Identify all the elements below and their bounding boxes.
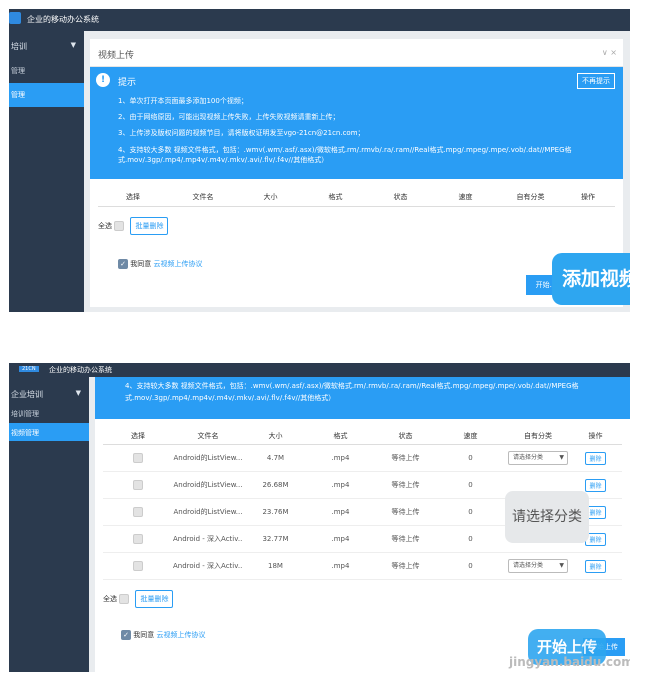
dialog-title: 视频上传	[98, 51, 135, 61]
sidebar-group-training[interactable]: 企业培训 ▼	[9, 377, 89, 403]
notice-title: 提示	[118, 78, 137, 88]
sidebar-group-training[interactable]: 培训 ▼	[9, 31, 84, 59]
delete-button[interactable]: 删除	[585, 451, 606, 465]
delete-button[interactable]: 删除	[585, 559, 606, 573]
sidebar-item-training-manage[interactable]: 管理	[9, 59, 84, 83]
select-all-label: 全选	[98, 222, 112, 230]
select-all-checkbox[interactable]	[119, 594, 130, 604]
chevron-down-icon: ▼	[75, 389, 81, 397]
batch-delete-button[interactable]: 批量删除	[130, 217, 169, 235]
app-logo	[9, 12, 21, 24]
agree-checkbox[interactable]: ✓	[118, 259, 128, 269]
add-video-callout: 添加视频	[552, 253, 630, 305]
select-all-label: 全选	[103, 595, 117, 603]
row-checkbox[interactable]	[133, 507, 143, 517]
info-icon: !	[96, 73, 110, 87]
app-title: 企业的移动办公系统	[49, 366, 112, 374]
app-header: 企业的移动办公系统	[9, 9, 630, 31]
notice-box: 4、支持较大多数 视频文件格式，包括：.wmv(.wm/.asf/.asx)/微…	[95, 377, 630, 419]
row-checkbox[interactable]	[133, 534, 143, 544]
app-header: 21CN 企业的移动办公系统	[9, 363, 630, 377]
dismiss-notice-button[interactable]: 不再提示	[577, 73, 615, 89]
app-tag: 21CN	[19, 366, 39, 372]
notice-line: 3、上传涉及版权问题的视频节目，请将版权证明发至vgo-21cn@21cn.co…	[118, 129, 365, 137]
dialog-header: 视频上传 ∨ ×	[90, 39, 623, 67]
bulk-actions: 全选 批量删除	[103, 590, 630, 608]
select-category-callout: 请选择分类	[505, 491, 589, 543]
notice-box: ! 提示 不再提示 1、单次打开本页面最多添加100个视频； 2、由于网络原因，…	[90, 67, 623, 179]
table-row: Android - 深入Activ... 18M .mp4 等待上传 0 请选择…	[103, 553, 622, 580]
watermark: jingyan.baidu.com	[509, 655, 630, 669]
agreement: ✓ 我同意 云视频上传协议	[118, 259, 623, 269]
notice-line: 1、单次打开本页面最多添加100个视频；	[118, 97, 248, 105]
app-title: 企业的移动办公系统	[27, 15, 99, 24]
batch-delete-button[interactable]: 批量删除	[135, 590, 174, 608]
screenshot-video-list: 21CN 企业的移动办公系统 企业培训 ▼ 培训管理 视频管理 4、支持较大多数…	[9, 363, 630, 672]
upload-dialog: 视频上传 ∨ × ! 提示 不再提示 1、单次打开本页面最多添加100个视频； …	[90, 39, 623, 307]
caret-down-icon: ▼	[559, 562, 564, 569]
notice-line: 2、由于网络原因，可能出现视频上传失败，上传失败视频请重新上传；	[118, 113, 340, 121]
row-checkbox[interactable]	[133, 561, 143, 571]
agreement-link[interactable]: 云视频上传协议	[153, 260, 202, 268]
category-select[interactable]: 请选择分类 ▼	[508, 451, 568, 465]
sidebar-item-training-manage[interactable]: 培训管理	[9, 403, 89, 423]
select-all-checkbox[interactable]	[114, 221, 125, 231]
sidebar: 企业培训 ▼ 培训管理 视频管理	[9, 377, 89, 672]
bulk-actions: 全选 批量删除	[98, 217, 623, 235]
notice-line: 4、支持较大多数 视频文件格式，包括：.wmv(.wm/.asf/.asx)/微…	[118, 146, 572, 164]
delete-button[interactable]: 删除	[585, 478, 606, 492]
row-checkbox[interactable]	[133, 480, 143, 490]
sidebar-item-video-manage[interactable]: 视频管理	[9, 423, 89, 441]
table-header: 选择 文件名 大小 格式 状态 速度 自有分类 操作	[103, 427, 622, 445]
notice-line: 式.mov/.3gp/.mp4/.mp4v/.m4v/.mkv/.avi/.fl…	[125, 394, 336, 402]
sidebar: 培训 ▼ 管理 管理	[9, 31, 84, 312]
agree-checkbox[interactable]: ✓	[121, 630, 131, 640]
category-select[interactable]: 请选择分类 ▼	[508, 559, 568, 573]
row-checkbox[interactable]	[133, 453, 143, 463]
table-row: Android的ListView... 4.7M .mp4 等待上传 0 请选择…	[103, 445, 622, 472]
chevron-down-icon: ▼	[70, 41, 76, 49]
sidebar-item-video-manage[interactable]: 管理	[9, 83, 84, 107]
notice-line: 4、支持较大多数 视频文件格式，包括：.wmv(.wm/.asf/.asx)/微…	[125, 382, 579, 390]
caret-down-icon: ▼	[559, 454, 564, 461]
agreement-link[interactable]: 云视频上传协议	[156, 631, 205, 639]
dialog-controls[interactable]: ∨ ×	[602, 48, 617, 57]
table-header: 选择 文件名 大小 格式 状态 速度 自有分类 操作	[98, 187, 615, 207]
screenshot-add-video: 企业的移动办公系统 培训 ▼ 管理 管理 视频上传 ∨ × ! 提示 不再提示 …	[9, 9, 630, 312]
